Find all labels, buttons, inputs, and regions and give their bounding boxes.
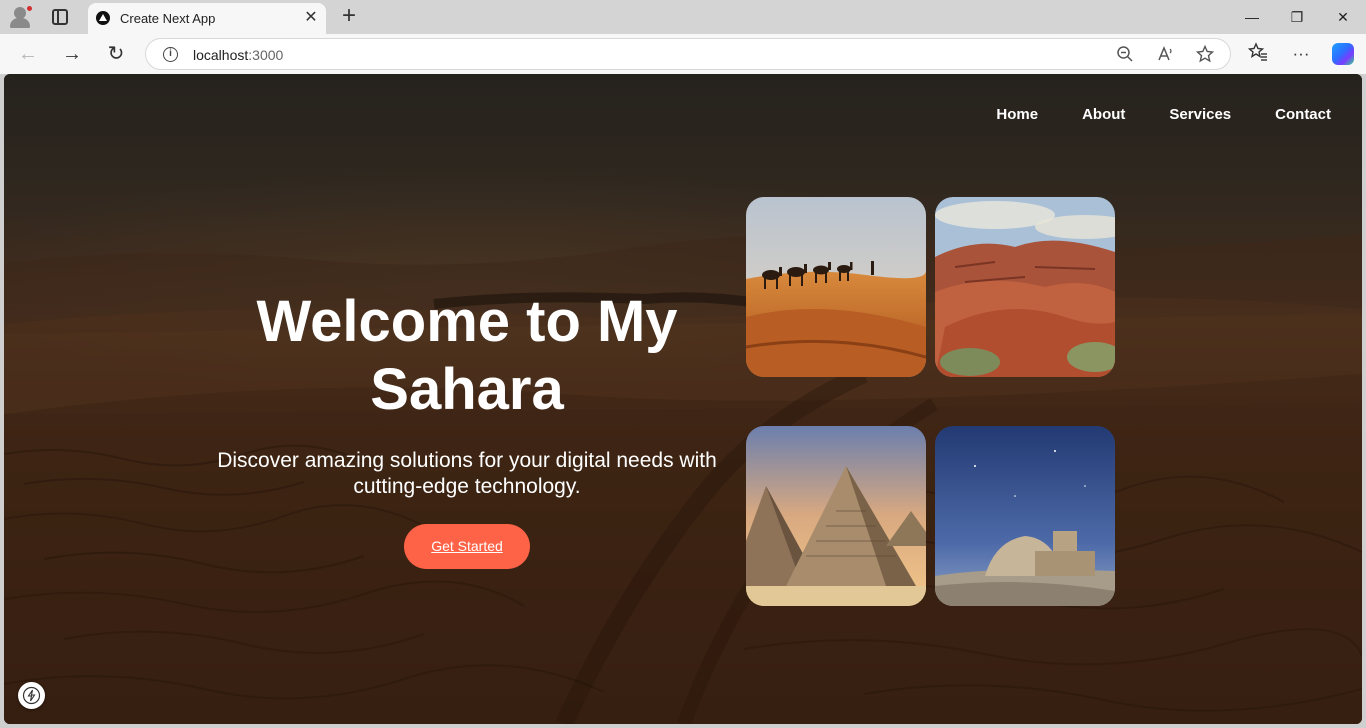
nextjs-dev-indicator-icon[interactable]: [18, 682, 45, 709]
browser-tab-bar: Create Next App ✕ + — ❐ ✕: [0, 0, 1366, 34]
main-nav: Home About Services Contact: [952, 106, 1331, 123]
red-rock-canyon-image: [935, 197, 1115, 377]
nextjs-favicon-icon: [96, 11, 110, 25]
forward-button[interactable]: →: [60, 42, 84, 66]
browser-tab[interactable]: Create Next App ✕: [88, 3, 326, 34]
hero-title-line2: Sahara: [370, 357, 564, 422]
hero-title: Welcome to My Sahara: [180, 288, 754, 424]
copilot-icon[interactable]: [1332, 43, 1354, 65]
nav-link-services[interactable]: Services: [1169, 106, 1231, 123]
site-info-icon[interactable]: i: [163, 47, 178, 62]
close-window-button[interactable]: ✕: [1328, 4, 1358, 30]
profile-icon[interactable]: [8, 5, 34, 29]
reload-button[interactable]: ↻: [104, 42, 128, 66]
read-aloud-icon[interactable]: [1155, 45, 1175, 65]
minimize-button[interactable]: —: [1237, 4, 1267, 30]
url-text[interactable]: localhost:3000: [193, 47, 283, 63]
restore-button[interactable]: ❐: [1282, 4, 1312, 30]
nav-link-contact[interactable]: Contact: [1275, 106, 1331, 123]
hero-title-line1: Welcome to My: [256, 289, 678, 354]
tab-close-icon[interactable]: ✕: [302, 9, 320, 27]
favorite-star-icon[interactable]: [1195, 44, 1215, 65]
zoom-out-icon[interactable]: [1115, 45, 1135, 65]
get-started-button[interactable]: Get Started: [404, 524, 530, 569]
hero-section: Welcome to My Sahara Discover amazing so…: [180, 288, 754, 569]
camel-caravan-image: [746, 197, 926, 377]
desert-night-ruins-image: [935, 426, 1115, 606]
more-options-icon[interactable]: ···: [1289, 42, 1313, 66]
tab-title: Create Next App: [120, 11, 216, 26]
nav-link-home[interactable]: Home: [996, 106, 1038, 123]
new-tab-button[interactable]: +: [338, 4, 360, 28]
favorites-icon[interactable]: [1246, 42, 1270, 66]
page-viewport: Home About Services Contact Welcome to M…: [4, 74, 1362, 724]
back-button[interactable]: ←: [16, 42, 40, 66]
address-bar[interactable]: i localhost:3000: [145, 38, 1231, 70]
tab-actions-icon[interactable]: [52, 9, 68, 25]
hero-subtitle: Discover amazing solutions for your digi…: [217, 449, 717, 498]
nav-link-about[interactable]: About: [1082, 106, 1125, 123]
browser-toolbar: ← → ↻ i localhost:3000 ···: [0, 34, 1366, 74]
pyramids-image: [746, 426, 926, 606]
